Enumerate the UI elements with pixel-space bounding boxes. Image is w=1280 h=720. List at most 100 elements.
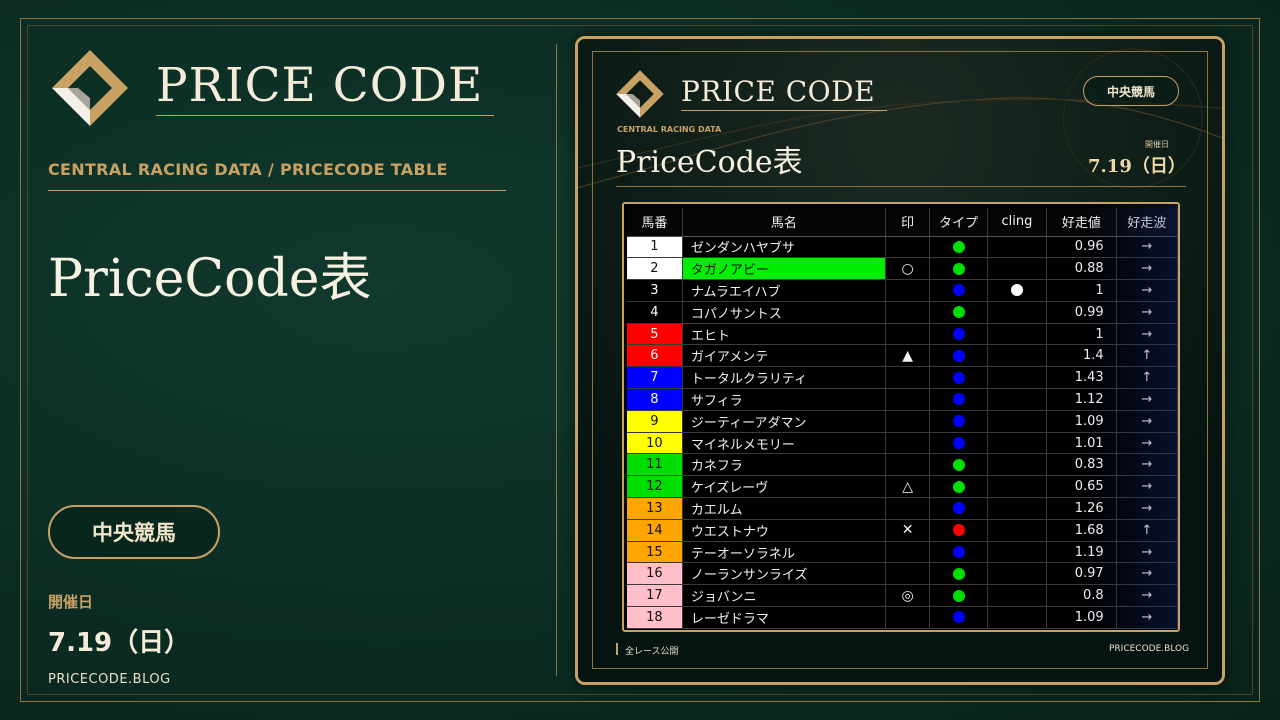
mark-cell <box>885 606 931 629</box>
cling-cell <box>987 453 1048 477</box>
cling-cell <box>987 562 1048 586</box>
type-cell <box>929 366 988 390</box>
cling-cell <box>987 344 1048 368</box>
horse-number-cell: 13 <box>627 497 683 520</box>
horse-name-cell: マイネルメモリー <box>682 432 886 455</box>
green-dot-icon <box>952 306 965 319</box>
card-title: PriceCode表 <box>616 145 803 180</box>
blue-dot-icon <box>952 546 965 559</box>
trend-wave-cell: ↑ <box>1116 344 1178 368</box>
score-value-cell: 1 <box>1046 279 1117 302</box>
table-row[interactable]: 2 タガノアビー ○ 0.88 → <box>627 257 1178 281</box>
table-row[interactable]: 12 ケイズレーヴ △ 0.65 → <box>627 475 1178 499</box>
trend-wave-cell: → <box>1116 236 1178 259</box>
horse-name-cell: ノーランサンライズ <box>682 562 886 586</box>
table-row[interactable]: 8 サフィラ 1.12 → <box>627 388 1178 411</box>
cling-cell <box>987 519 1048 542</box>
score-value-cell: 1.26 <box>1046 497 1117 520</box>
green-dot-icon <box>952 240 965 253</box>
horse-name-cell: ジョバンニ <box>682 584 886 608</box>
type-cell <box>929 584 988 608</box>
table-row[interactable]: 9 ジーティーアダマン 1.09 → <box>627 410 1178 433</box>
horse-number-cell: 3 <box>627 279 683 302</box>
trend-wave-cell: → <box>1116 301 1178 324</box>
header-cell: 馬名 <box>682 208 886 237</box>
card-central-racing-badge[interactable]: 中央競馬 <box>1083 76 1179 106</box>
blue-dot-icon <box>952 371 965 384</box>
page-title: PriceCode表 <box>48 249 372 309</box>
table-row[interactable]: 7 トータルクラリティ 1.43 ↑ <box>627 366 1178 390</box>
header-cell: cling <box>987 208 1048 237</box>
date-value: 7.19（日） <box>48 628 191 658</box>
blue-dot-icon <box>952 437 965 450</box>
trend-wave-cell: → <box>1116 388 1178 411</box>
header-cell: 印 <box>885 208 931 237</box>
horse-number-cell: 8 <box>627 388 683 411</box>
blue-dot-icon <box>952 393 965 406</box>
table-row[interactable]: 14 ウエストナウ ✕ 1.68 ↑ <box>627 519 1178 542</box>
type-cell <box>929 497 988 520</box>
card-footer-right[interactable]: PRICECODE.BLOG <box>1109 644 1189 654</box>
table-row[interactable]: 17 ジョバンニ ◎ 0.8 → <box>627 584 1178 608</box>
horse-number-cell: 11 <box>627 453 683 477</box>
table-row[interactable]: 5 エヒト 1 → <box>627 323 1178 346</box>
brand-name: PRICE CODE <box>156 58 484 113</box>
mark-cell <box>885 497 931 520</box>
blue-dot-icon <box>952 328 965 341</box>
score-value-cell: 0.99 <box>1046 301 1117 324</box>
type-cell <box>929 236 988 259</box>
horse-name-cell: コパノサントス <box>682 301 886 324</box>
blue-dot-icon <box>952 415 965 428</box>
card-brand-underline <box>681 110 887 111</box>
blog-url[interactable]: PRICECODE.BLOG <box>48 672 171 687</box>
trend-wave-cell: → <box>1116 497 1178 520</box>
mark-cell <box>885 236 931 259</box>
table-row[interactable]: 3 ナムラエイハブ 1 → <box>627 279 1178 302</box>
table-row[interactable]: 16 ノーランサンライズ 0.97 → <box>627 562 1178 586</box>
trend-wave-cell: → <box>1116 453 1178 477</box>
mark-cell <box>885 388 931 411</box>
horse-name-cell: ジーティーアダマン <box>682 410 886 433</box>
table-row[interactable]: 15 テーオーソラネル 1.19 → <box>627 541 1178 564</box>
trend-wave-cell: → <box>1116 475 1178 499</box>
blue-dot-icon <box>952 349 965 362</box>
table-row[interactable]: 10 マイネルメモリー 1.01 → <box>627 432 1178 455</box>
type-cell <box>929 519 988 542</box>
cling-cell <box>987 301 1048 324</box>
cling-cell <box>987 475 1048 499</box>
score-value-cell: 0.8 <box>1046 584 1117 608</box>
cling-cell <box>987 366 1048 390</box>
horse-name-cell: レーゼドラマ <box>682 606 886 629</box>
mark-cell <box>885 562 931 586</box>
trend-wave-cell: → <box>1116 584 1178 608</box>
mark-cell <box>885 453 931 477</box>
table-row[interactable]: 4 コパノサントス 0.99 → <box>627 301 1178 324</box>
trend-wave-cell: ↑ <box>1116 519 1178 542</box>
type-cell <box>929 257 988 281</box>
type-cell <box>929 410 988 433</box>
score-value-cell: 1.12 <box>1046 388 1117 411</box>
table-row[interactable]: 18 レーゼドラマ 1.09 → <box>627 606 1178 629</box>
table-row[interactable]: 11 カネフラ 0.83 → <box>627 453 1178 477</box>
mark-cell <box>885 301 931 324</box>
pricecode-table-container[interactable]: 馬番 馬名 印 タイプ cling 好走値 好走波 1 ゼンダンハヤブサ 0.96 →… <box>622 202 1180 632</box>
type-cell <box>929 432 988 455</box>
trend-wave-cell: → <box>1116 410 1178 433</box>
horse-name-cell: ケイズレーヴ <box>682 475 886 499</box>
mark-cell <box>885 541 931 564</box>
horse-name-cell: カエルム <box>682 497 886 520</box>
horse-number-cell: 18 <box>627 606 683 629</box>
cling-cell <box>987 432 1048 455</box>
white-dot-icon <box>1010 284 1023 297</box>
table-row[interactable]: 6 ガイアメンテ ▲ 1.4 ↑ <box>627 344 1178 368</box>
cling-cell <box>987 279 1048 302</box>
mark-cell <box>885 279 931 302</box>
central-racing-badge[interactable]: 中央競馬 <box>48 505 220 559</box>
table-row[interactable]: 1 ゼンダンハヤブサ 0.96 → <box>627 236 1178 259</box>
horse-name-cell: サフィラ <box>682 388 886 411</box>
table-row[interactable]: 13 カエルム 1.26 → <box>627 497 1178 520</box>
header-cell: 好走値 <box>1046 208 1117 237</box>
pricecode-card: PRICE CODE 中央競馬 CENTRAL RACING DATA Pric… <box>575 36 1225 685</box>
type-cell <box>929 323 988 346</box>
cling-cell <box>987 606 1048 629</box>
